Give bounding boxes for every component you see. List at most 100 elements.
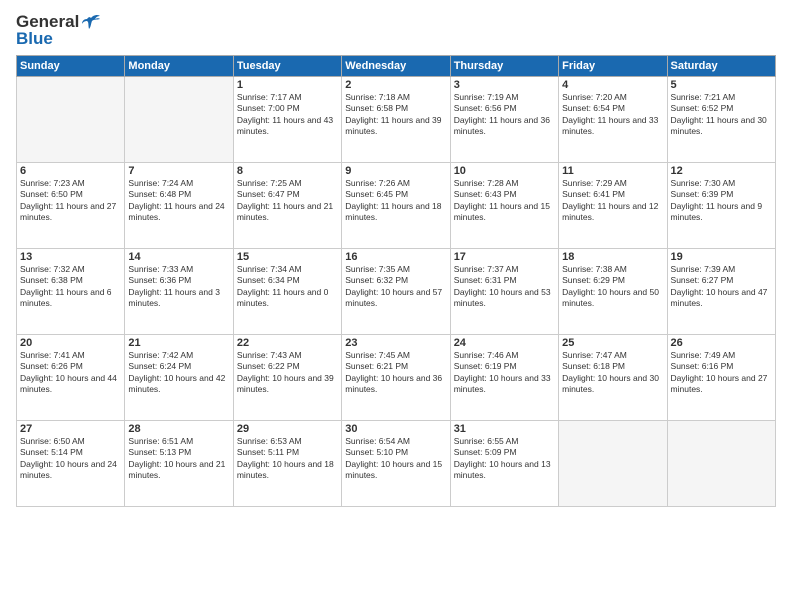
day-number: 5 — [671, 79, 772, 91]
day-number: 31 — [454, 423, 555, 435]
day-detail: Sunrise: 7:47 AMSunset: 6:18 PMDaylight:… — [562, 350, 663, 396]
calendar-day-cell: 17Sunrise: 7:37 AMSunset: 6:31 PMDayligh… — [450, 249, 558, 335]
day-detail: Sunrise: 6:53 AMSunset: 5:11 PMDaylight:… — [237, 436, 338, 482]
day-number: 14 — [128, 251, 229, 263]
day-number: 16 — [345, 251, 446, 263]
day-number: 2 — [345, 79, 446, 91]
calendar-day-cell: 29Sunrise: 6:53 AMSunset: 5:11 PMDayligh… — [233, 421, 341, 507]
calendar-day-cell: 24Sunrise: 7:46 AMSunset: 6:19 PMDayligh… — [450, 335, 558, 421]
day-number: 22 — [237, 337, 338, 349]
day-number: 4 — [562, 79, 663, 91]
calendar-day-cell — [125, 77, 233, 163]
day-detail: Sunrise: 7:35 AMSunset: 6:32 PMDaylight:… — [345, 264, 446, 310]
calendar-day-cell: 28Sunrise: 6:51 AMSunset: 5:13 PMDayligh… — [125, 421, 233, 507]
logo: General Blue — [16, 12, 100, 49]
weekday-header: Friday — [559, 56, 667, 77]
calendar-day-cell: 30Sunrise: 6:54 AMSunset: 5:10 PMDayligh… — [342, 421, 450, 507]
day-detail: Sunrise: 7:43 AMSunset: 6:22 PMDaylight:… — [237, 350, 338, 396]
logo-blue-text: Blue — [16, 29, 53, 49]
day-detail: Sunrise: 6:51 AMSunset: 5:13 PMDaylight:… — [128, 436, 229, 482]
day-detail: Sunrise: 7:29 AMSunset: 6:41 PMDaylight:… — [562, 178, 663, 224]
day-detail: Sunrise: 7:19 AMSunset: 6:56 PMDaylight:… — [454, 92, 555, 138]
calendar-day-cell: 5Sunrise: 7:21 AMSunset: 6:52 PMDaylight… — [667, 77, 775, 163]
weekday-header: Wednesday — [342, 56, 450, 77]
calendar-day-cell: 6Sunrise: 7:23 AMSunset: 6:50 PMDaylight… — [17, 163, 125, 249]
weekday-header: Tuesday — [233, 56, 341, 77]
weekday-header: Saturday — [667, 56, 775, 77]
calendar-day-cell: 4Sunrise: 7:20 AMSunset: 6:54 PMDaylight… — [559, 77, 667, 163]
weekday-header: Thursday — [450, 56, 558, 77]
calendar-day-cell — [559, 421, 667, 507]
calendar-week-row: 1Sunrise: 7:17 AMSunset: 7:00 PMDaylight… — [17, 77, 776, 163]
calendar-day-cell: 15Sunrise: 7:34 AMSunset: 6:34 PMDayligh… — [233, 249, 341, 335]
calendar-table: SundayMondayTuesdayWednesdayThursdayFrid… — [16, 55, 776, 507]
day-detail: Sunrise: 7:37 AMSunset: 6:31 PMDaylight:… — [454, 264, 555, 310]
day-number: 11 — [562, 165, 663, 177]
calendar-day-cell: 27Sunrise: 6:50 AMSunset: 5:14 PMDayligh… — [17, 421, 125, 507]
calendar-day-cell: 12Sunrise: 7:30 AMSunset: 6:39 PMDayligh… — [667, 163, 775, 249]
calendar-day-cell: 19Sunrise: 7:39 AMSunset: 6:27 PMDayligh… — [667, 249, 775, 335]
day-number: 15 — [237, 251, 338, 263]
calendar-day-cell: 9Sunrise: 7:26 AMSunset: 6:45 PMDaylight… — [342, 163, 450, 249]
calendar-week-row: 13Sunrise: 7:32 AMSunset: 6:38 PMDayligh… — [17, 249, 776, 335]
day-detail: Sunrise: 7:23 AMSunset: 6:50 PMDaylight:… — [20, 178, 121, 224]
calendar-day-cell: 21Sunrise: 7:42 AMSunset: 6:24 PMDayligh… — [125, 335, 233, 421]
day-detail: Sunrise: 7:30 AMSunset: 6:39 PMDaylight:… — [671, 178, 772, 224]
day-number: 30 — [345, 423, 446, 435]
calendar-day-cell: 31Sunrise: 6:55 AMSunset: 5:09 PMDayligh… — [450, 421, 558, 507]
day-number: 20 — [20, 337, 121, 349]
calendar-day-cell: 22Sunrise: 7:43 AMSunset: 6:22 PMDayligh… — [233, 335, 341, 421]
day-detail: Sunrise: 7:41 AMSunset: 6:26 PMDaylight:… — [20, 350, 121, 396]
day-detail: Sunrise: 7:49 AMSunset: 6:16 PMDaylight:… — [671, 350, 772, 396]
day-number: 24 — [454, 337, 555, 349]
calendar-day-cell: 11Sunrise: 7:29 AMSunset: 6:41 PMDayligh… — [559, 163, 667, 249]
day-number: 28 — [128, 423, 229, 435]
calendar-day-cell: 2Sunrise: 7:18 AMSunset: 6:58 PMDaylight… — [342, 77, 450, 163]
day-detail: Sunrise: 7:25 AMSunset: 6:47 PMDaylight:… — [237, 178, 338, 224]
day-number: 23 — [345, 337, 446, 349]
day-detail: Sunrise: 6:55 AMSunset: 5:09 PMDaylight:… — [454, 436, 555, 482]
calendar-day-cell — [17, 77, 125, 163]
day-number: 26 — [671, 337, 772, 349]
day-number: 27 — [20, 423, 121, 435]
day-detail: Sunrise: 7:20 AMSunset: 6:54 PMDaylight:… — [562, 92, 663, 138]
day-detail: Sunrise: 7:34 AMSunset: 6:34 PMDaylight:… — [237, 264, 338, 310]
day-detail: Sunrise: 7:45 AMSunset: 6:21 PMDaylight:… — [345, 350, 446, 396]
calendar-week-row: 27Sunrise: 6:50 AMSunset: 5:14 PMDayligh… — [17, 421, 776, 507]
calendar-day-cell: 10Sunrise: 7:28 AMSunset: 6:43 PMDayligh… — [450, 163, 558, 249]
day-number: 3 — [454, 79, 555, 91]
day-detail: Sunrise: 7:38 AMSunset: 6:29 PMDaylight:… — [562, 264, 663, 310]
day-number: 13 — [20, 251, 121, 263]
calendar-header-row: SundayMondayTuesdayWednesdayThursdayFrid… — [17, 56, 776, 77]
day-number: 9 — [345, 165, 446, 177]
header: General Blue — [16, 12, 776, 49]
calendar-day-cell: 14Sunrise: 7:33 AMSunset: 6:36 PMDayligh… — [125, 249, 233, 335]
calendar-day-cell: 18Sunrise: 7:38 AMSunset: 6:29 PMDayligh… — [559, 249, 667, 335]
calendar-day-cell: 25Sunrise: 7:47 AMSunset: 6:18 PMDayligh… — [559, 335, 667, 421]
day-detail: Sunrise: 7:26 AMSunset: 6:45 PMDaylight:… — [345, 178, 446, 224]
calendar-day-cell: 1Sunrise: 7:17 AMSunset: 7:00 PMDaylight… — [233, 77, 341, 163]
day-number: 10 — [454, 165, 555, 177]
calendar-day-cell: 26Sunrise: 7:49 AMSunset: 6:16 PMDayligh… — [667, 335, 775, 421]
calendar-day-cell: 8Sunrise: 7:25 AMSunset: 6:47 PMDaylight… — [233, 163, 341, 249]
day-detail: Sunrise: 7:17 AMSunset: 7:00 PMDaylight:… — [237, 92, 338, 138]
calendar-day-cell: 23Sunrise: 7:45 AMSunset: 6:21 PMDayligh… — [342, 335, 450, 421]
day-detail: Sunrise: 7:42 AMSunset: 6:24 PMDaylight:… — [128, 350, 229, 396]
day-number: 7 — [128, 165, 229, 177]
day-number: 6 — [20, 165, 121, 177]
day-number: 1 — [237, 79, 338, 91]
weekday-header: Sunday — [17, 56, 125, 77]
calendar-week-row: 20Sunrise: 7:41 AMSunset: 6:26 PMDayligh… — [17, 335, 776, 421]
day-number: 19 — [671, 251, 772, 263]
day-number: 17 — [454, 251, 555, 263]
calendar-day-cell — [667, 421, 775, 507]
calendar-day-cell: 3Sunrise: 7:19 AMSunset: 6:56 PMDaylight… — [450, 77, 558, 163]
day-detail: Sunrise: 7:32 AMSunset: 6:38 PMDaylight:… — [20, 264, 121, 310]
day-number: 8 — [237, 165, 338, 177]
day-detail: Sunrise: 7:21 AMSunset: 6:52 PMDaylight:… — [671, 92, 772, 138]
day-detail: Sunrise: 6:50 AMSunset: 5:14 PMDaylight:… — [20, 436, 121, 482]
day-number: 29 — [237, 423, 338, 435]
calendar-day-cell: 13Sunrise: 7:32 AMSunset: 6:38 PMDayligh… — [17, 249, 125, 335]
day-number: 21 — [128, 337, 229, 349]
day-detail: Sunrise: 6:54 AMSunset: 5:10 PMDaylight:… — [345, 436, 446, 482]
